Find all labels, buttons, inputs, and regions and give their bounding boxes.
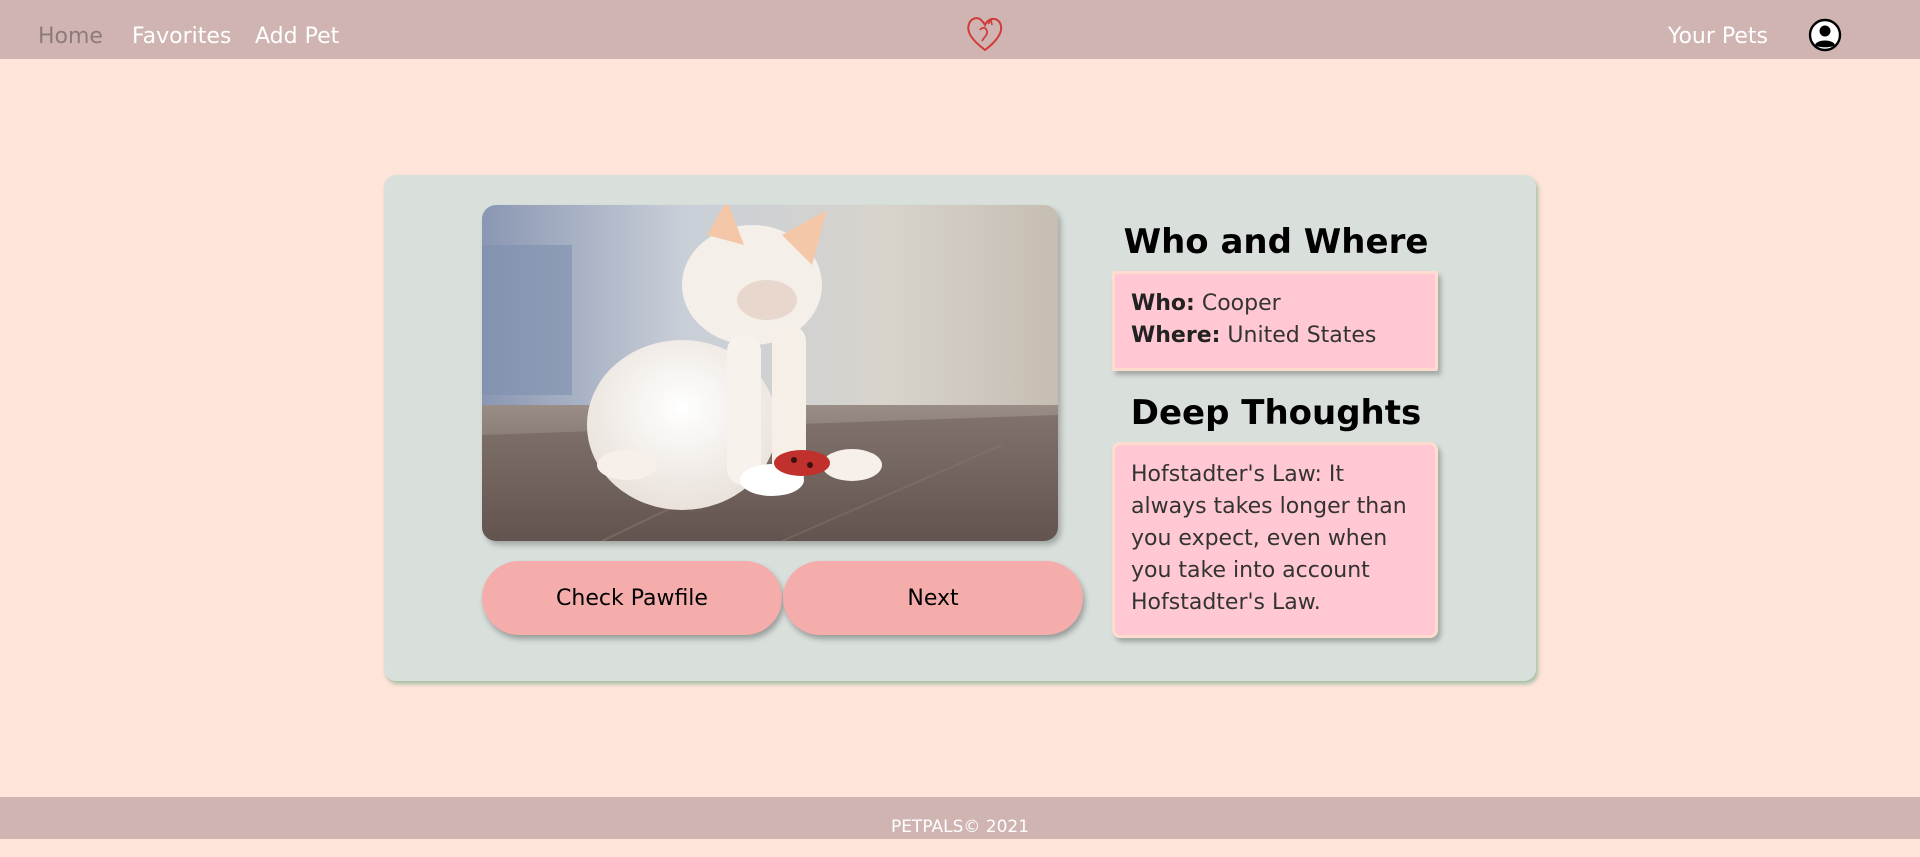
- pet-card: Check Pawfile Next Who and Where Who: Co…: [384, 175, 1536, 681]
- nav-your-pets-link[interactable]: Your Pets: [1668, 22, 1768, 52]
- who-label: Who:: [1131, 291, 1195, 316]
- pet-photo: [482, 205, 1058, 541]
- navbar: Home Favorites Add Pet Your Pets: [0, 0, 1920, 59]
- where-value: United States: [1227, 323, 1377, 348]
- deep-thoughts-title: Deep Thoughts: [1130, 393, 1422, 433]
- who-and-where-title: Who and Where: [1123, 222, 1429, 262]
- nav-home-link[interactable]: Home: [38, 22, 103, 52]
- who-where-box: Who: Cooper Where: United States: [1112, 271, 1438, 371]
- footer-copyright: PETPALS© 2021: [890, 817, 1030, 837]
- nav-favorites-link[interactable]: Favorites: [132, 22, 231, 52]
- who-line: Who: Cooper: [1131, 288, 1419, 320]
- heart-pet-logo-icon[interactable]: [962, 10, 1008, 56]
- nav-add-pet-link[interactable]: Add Pet: [255, 22, 339, 52]
- next-button[interactable]: Next: [783, 561, 1083, 635]
- who-value: Cooper: [1201, 291, 1281, 316]
- footer: PETPALS© 2021: [0, 797, 1920, 839]
- deep-thoughts-box: Hofstadter's Law: It always takes longer…: [1112, 442, 1438, 638]
- check-pawfile-button[interactable]: Check Pawfile: [482, 561, 782, 635]
- deep-thoughts-text: Hofstadter's Law: It always takes longer…: [1131, 462, 1407, 615]
- account-circle-icon[interactable]: [1808, 18, 1842, 52]
- where-line: Where: United States: [1131, 320, 1419, 352]
- where-label: Where:: [1131, 323, 1221, 348]
